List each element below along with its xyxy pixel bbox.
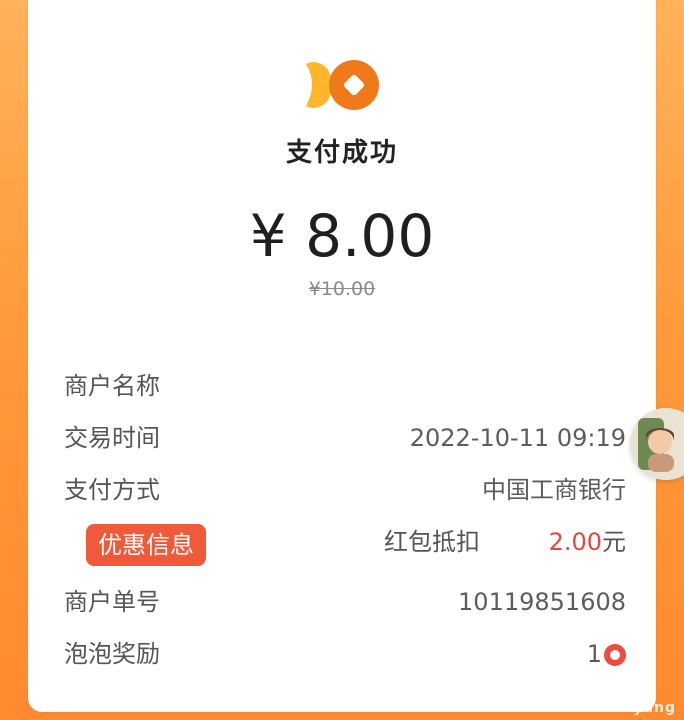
detail-row-merchant-name: 商户名称 bbox=[64, 366, 626, 406]
reward-count: 1 bbox=[586, 640, 602, 668]
detail-row-bubble-reward[interactable]: 泡泡奖励 1 bbox=[64, 634, 626, 674]
detail-value: 10119851608 bbox=[458, 588, 626, 616]
promo-amount: 2.00元 bbox=[549, 522, 626, 562]
promo-description: 红包抵扣 bbox=[384, 528, 480, 556]
brand-logo-icon bbox=[306, 60, 379, 110]
bubble-reward-icon bbox=[604, 644, 626, 666]
promo-amount-number: 2.00 bbox=[548, 528, 602, 556]
detail-label: 商户名称 bbox=[64, 372, 160, 400]
receipt-card: 支付成功 ¥ 8.00 ¥10.00 商户名称 交易时间 2022-10-11 … bbox=[28, 0, 656, 712]
paid-amount: ¥ 8.00 bbox=[249, 202, 435, 270]
detail-label: 商户单号 bbox=[64, 588, 160, 616]
detail-label: 支付方式 bbox=[64, 476, 160, 504]
promo-info-badge: 优惠信息 bbox=[86, 524, 206, 566]
detail-value: 中国工商银行 bbox=[482, 476, 626, 504]
detail-value: 2022-10-11 09:19 bbox=[409, 424, 626, 452]
detail-label: 泡泡奖励 bbox=[64, 640, 160, 668]
payment-status-title: 支付成功 bbox=[285, 138, 398, 168]
detail-row-payment-method[interactable]: 支付方式 中国工商银行 bbox=[64, 470, 626, 510]
detail-row-transaction-time: 交易时间 2022-10-11 09:19 bbox=[64, 418, 626, 458]
promo-amount-unit: 元 bbox=[602, 528, 626, 556]
detail-row-merchant-order-no: 商户单号 10119851608 bbox=[64, 582, 626, 622]
detail-label: 交易时间 bbox=[64, 424, 160, 452]
original-amount: ¥10.00 bbox=[308, 278, 376, 300]
detail-value: 1 bbox=[587, 634, 626, 674]
watermark: cardyang bbox=[594, 700, 676, 716]
